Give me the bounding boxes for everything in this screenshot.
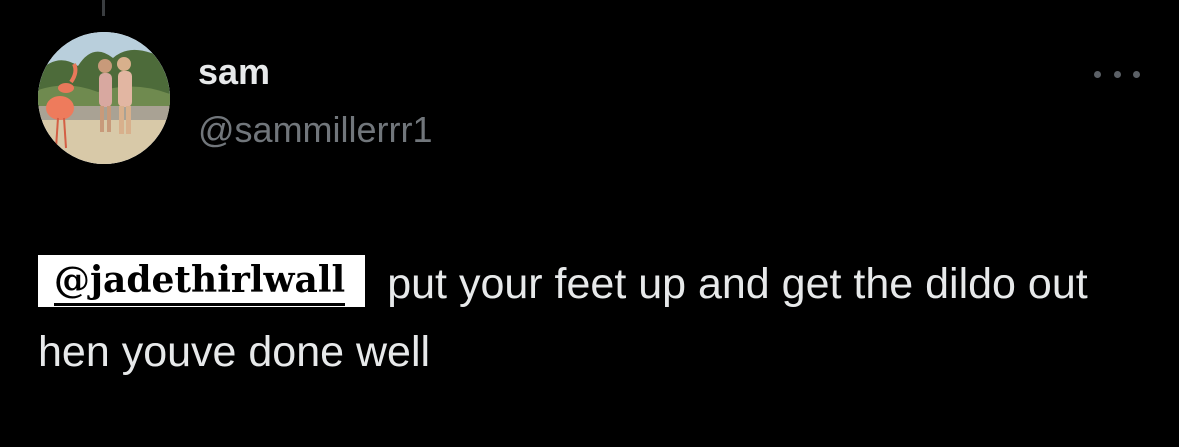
display-name[interactable]: sam [198, 50, 270, 94]
more-horizontal-icon [1113, 70, 1121, 78]
tweet-card[interactable]: sam @sammillerrr1 @jadethirlwall put your… [0, 0, 1179, 447]
tweet-text: @jadethirlwall put your feet up and get t… [38, 250, 1148, 386]
more-horizontal-icon [1094, 70, 1101, 78]
user-handle[interactable]: @sammillerrr1 [198, 108, 433, 152]
more-options-button[interactable] [1094, 62, 1140, 86]
avatar[interactable] [38, 32, 170, 164]
more-horizontal-icon [1133, 70, 1140, 78]
profile-photo [38, 32, 170, 164]
mention-sticker[interactable]: @jadethirlwall [38, 255, 366, 307]
mention-text: @jadethirlwall [54, 259, 346, 306]
thread-connector-line [102, 0, 105, 16]
